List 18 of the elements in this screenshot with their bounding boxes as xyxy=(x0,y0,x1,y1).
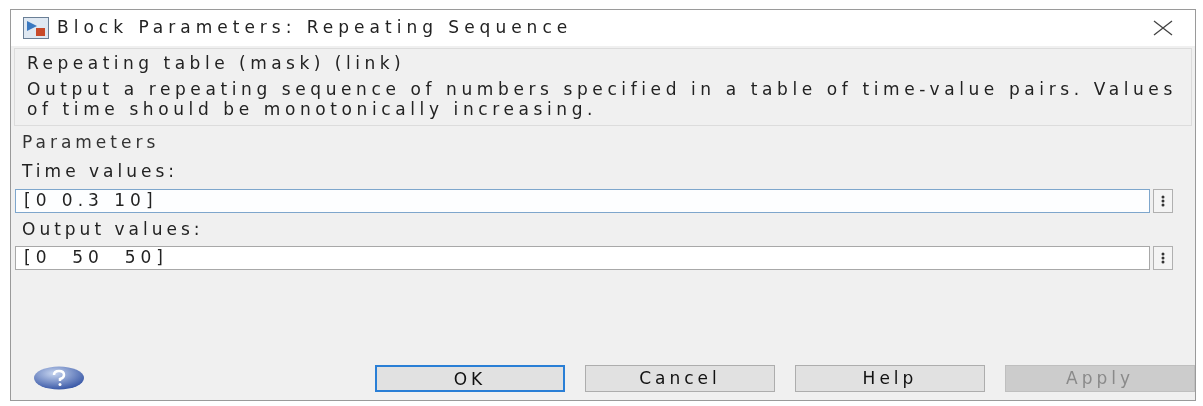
ellipsis-icon xyxy=(1161,252,1165,264)
close-icon[interactable] xyxy=(1153,20,1173,36)
dialog-button[interactable]: Cancel xyxy=(585,364,775,392)
field-label: Time values: xyxy=(22,160,180,183)
parameters-heading: Parameters xyxy=(22,130,161,154)
text-field[interactable]: [0 0.3 10] xyxy=(15,188,1150,213)
description-text: Output a repeating sequence of numbers specified in a table of time-value pairs. Values of time should be monotonically increasing. xyxy=(27,78,1178,119)
dialog-button[interactable]: Help xyxy=(795,364,985,392)
more-options-button[interactable] xyxy=(1153,246,1173,270)
ellipsis-icon xyxy=(1161,194,1165,207)
block-icon xyxy=(23,17,49,39)
field-label: Output values: xyxy=(22,217,205,241)
mask-heading: Repeating table (mask) (link) xyxy=(27,52,407,75)
text-field[interactable]: [0 50 50] xyxy=(15,246,1150,270)
dialog-button[interactable]: OK xyxy=(375,364,565,392)
window-title: Block Parameters: Repeating Sequence xyxy=(57,16,573,40)
help-icon[interactable] xyxy=(33,366,85,390)
more-options-button[interactable] xyxy=(1153,188,1173,213)
